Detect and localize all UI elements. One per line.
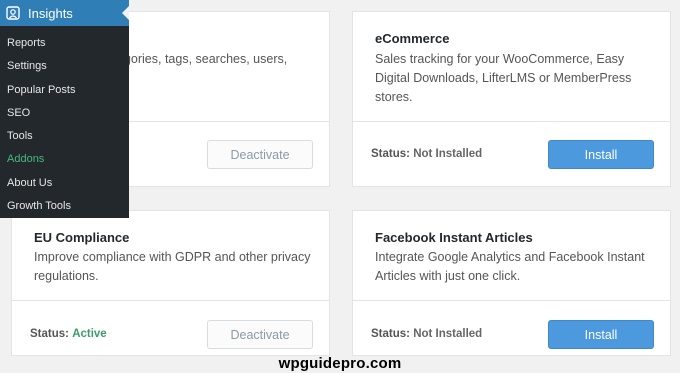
addon-description: egories, tags, searches, users, [117,52,288,66]
status-label: Status: [371,328,410,340]
sidebar-submenu: Reports Settings Popular Posts SEO Tools… [0,26,129,218]
sidebar-item-seo[interactable]: SEO [0,102,129,125]
addon-status: Status: Not Installed [371,328,482,340]
status-label: Status: [30,328,69,340]
install-button[interactable]: Install [548,140,654,169]
addon-description: Improve compliance with GDPR and other p… [34,250,311,283]
deactivate-button[interactable]: Deactivate [207,140,313,169]
addon-card-ecommerce: eCommerce Sales tracking for your WooCom… [352,11,671,187]
addon-status: Status: Not Installed [371,148,482,160]
sidebar-item-growth-tools[interactable]: Growth Tools [0,195,129,218]
addon-status: Status: Active [30,328,107,340]
addon-description: Integrate Google Analytics and Facebook … [375,250,645,283]
addon-title: Facebook Instant Articles [375,230,533,245]
status-value: Not Installed [413,148,483,160]
status-value: Not Installed [413,328,483,340]
sidebar-item-about-us[interactable]: About Us [0,172,129,195]
current-menu-arrow-icon [122,6,129,20]
addon-description: Sales tracking for your WooCommerce, Eas… [375,52,632,104]
sidebar-item-settings[interactable]: Settings [0,55,129,78]
addon-title: eCommerce [375,31,450,46]
admin-sidebar: Insights Reports Settings Popular Posts … [0,0,129,218]
deactivate-button[interactable]: Deactivate [207,320,313,349]
status-label: Status: [371,148,410,160]
addon-card-eu-compliance: EU Compliance Improve compliance with GD… [11,210,330,356]
sidebar-item-popular-posts[interactable]: Popular Posts [0,79,129,102]
watermark: wpguidepro.com [278,355,402,372]
addon-title: EU Compliance [34,230,130,245]
sidebar-menu-insights[interactable]: Insights [0,0,129,26]
status-value: Active [72,328,107,340]
insights-logo-icon [6,6,20,20]
sidebar-item-reports[interactable]: Reports [0,32,129,55]
sidebar-item-tools[interactable]: Tools [0,125,129,148]
sidebar-item-addons[interactable]: Addons [0,148,129,171]
install-button[interactable]: Install [548,320,654,349]
sidebar-title: Insights [28,5,73,21]
addon-card-facebook-instant-articles: Facebook Instant Articles Integrate Goog… [352,210,671,356]
